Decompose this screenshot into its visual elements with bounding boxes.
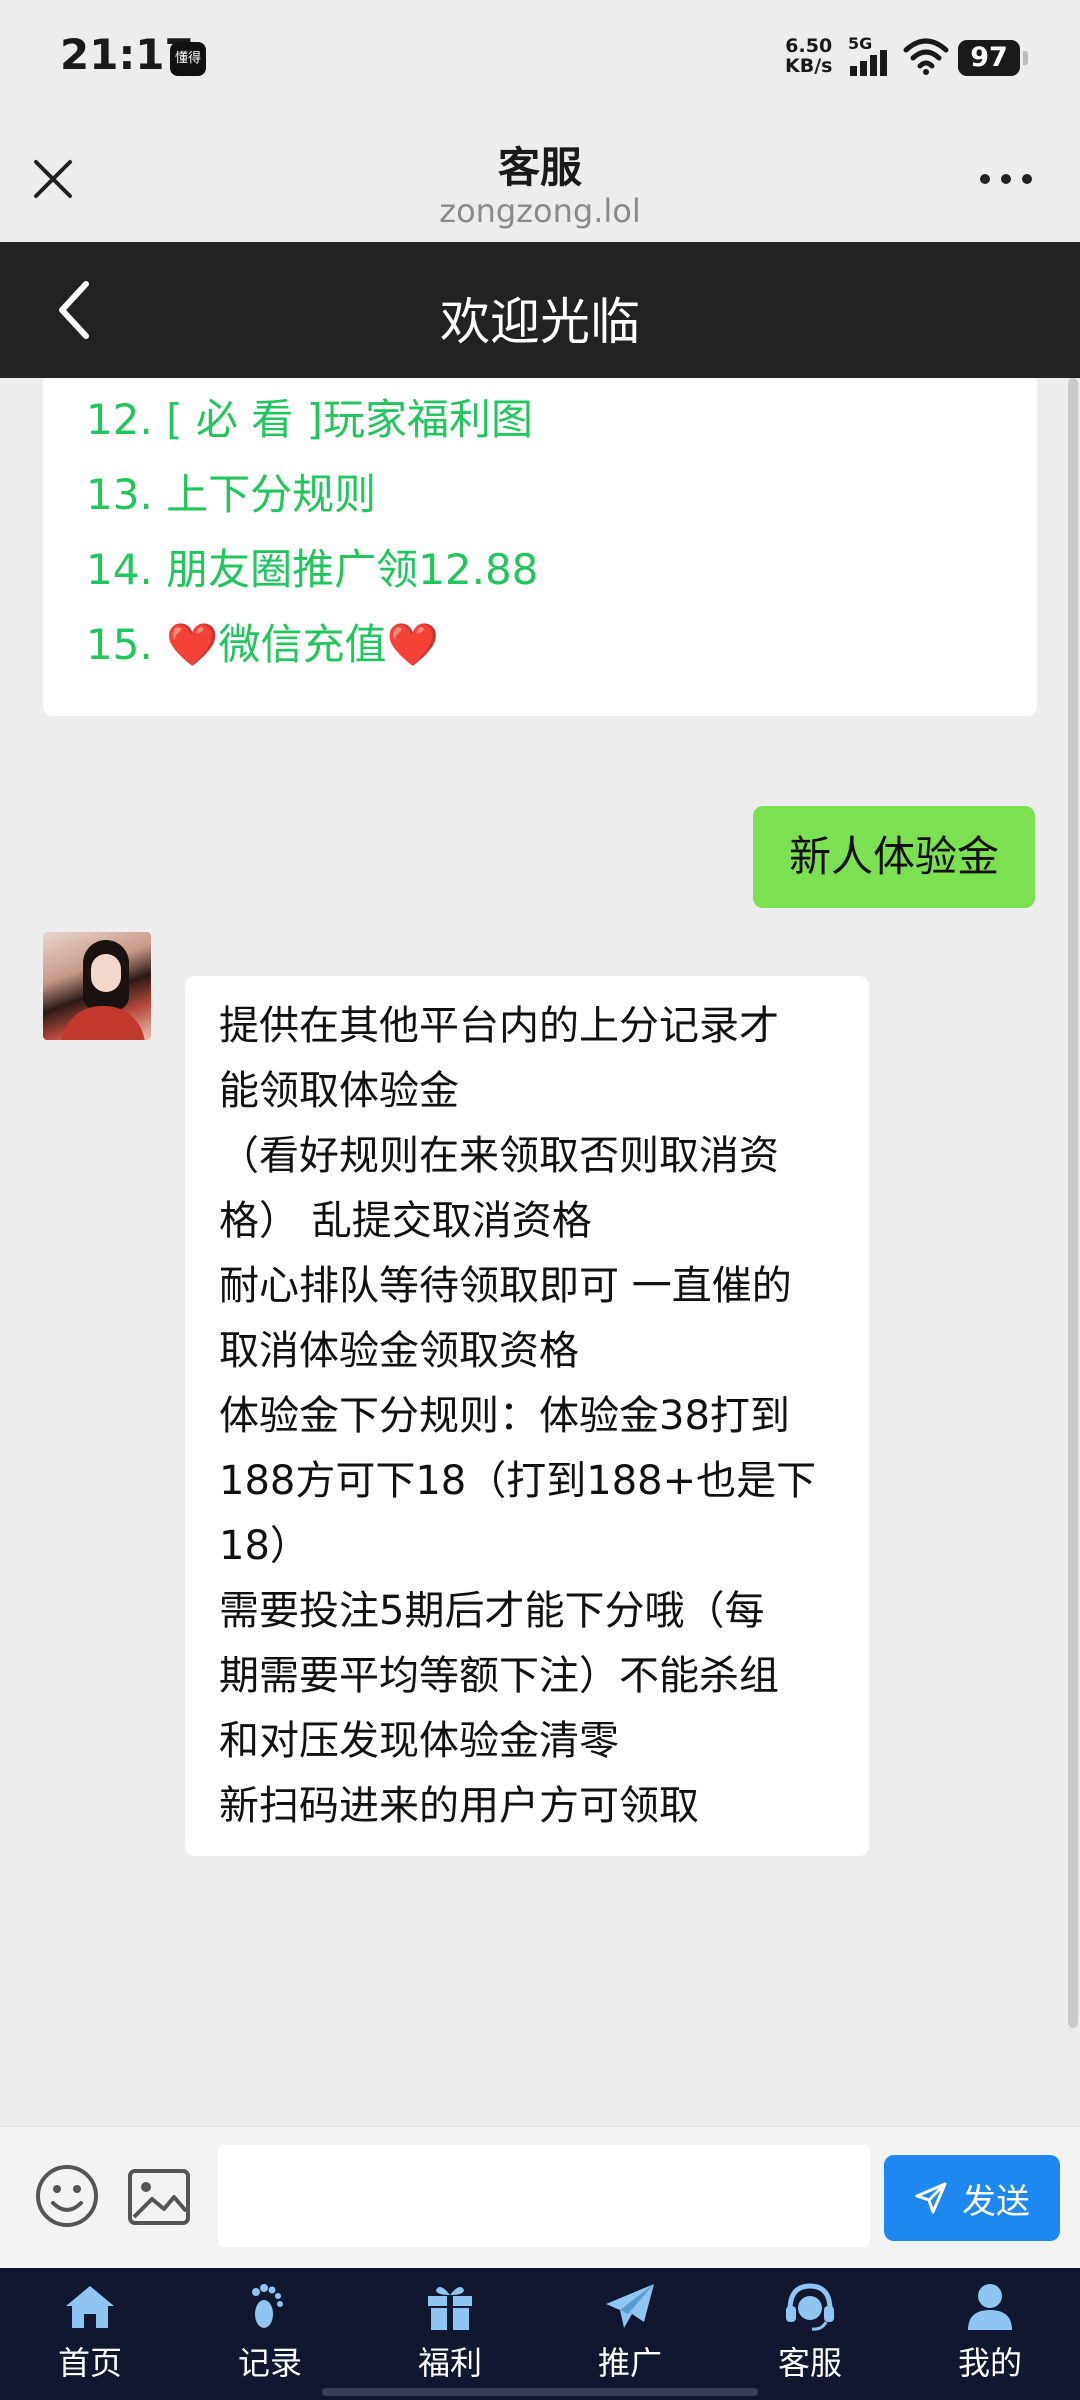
message-line: 体验金下分规则：体验金38打到 xyxy=(219,1393,790,1439)
page-title: 客服 xyxy=(497,143,582,192)
footprint-icon xyxy=(252,2284,283,2328)
heart-icon: ❤️ xyxy=(166,620,219,669)
nav-item-mine[interactable]: 我的 xyxy=(900,2282,1080,2392)
chat-title: 欢迎光临 xyxy=(440,293,640,351)
menu-item-number: 15. xyxy=(86,620,167,669)
menu-item-label: 微信充值 xyxy=(218,620,387,669)
scrollbar[interactable] xyxy=(1068,378,1078,2028)
image-icon[interactable] xyxy=(126,2167,192,2227)
send-label: 发送 xyxy=(962,2181,1030,2222)
emoji-icon[interactable] xyxy=(34,2163,100,2229)
message-line: 格） 乱提交取消资格 xyxy=(219,1198,592,1244)
send-icon xyxy=(915,2182,947,2214)
nav-label: 记录 xyxy=(237,2344,302,2382)
menu-item-welfare-map[interactable]: 12. [ 必 看 ]玩家福利图 xyxy=(86,386,533,447)
title-bar: 欢迎光临 xyxy=(0,242,1080,378)
message-line: 期需要平均等额下注）不能杀组 xyxy=(219,1653,779,1699)
input-bar: 发送 xyxy=(0,2126,1080,2268)
nav-label: 福利 xyxy=(417,2344,482,2382)
sent-message-bubble: 新人体验金 xyxy=(753,806,1035,908)
nav-item-records[interactable]: 记录 xyxy=(180,2282,360,2392)
home-icon xyxy=(66,2286,114,2328)
message-line: 和对压发现体验金清零 xyxy=(219,1718,619,1764)
message-line: 提供在其他平台内的上分记录才 xyxy=(219,1003,779,1049)
avatar[interactable] xyxy=(43,932,151,1040)
user-icon xyxy=(968,2284,1012,2330)
browser-header: 客服 zongzong.lol xyxy=(0,116,1080,242)
status-app-badge: 懂得 xyxy=(170,42,206,76)
wifi-icon xyxy=(903,38,949,75)
received-message-bubble: 提供在其他平台内的上分记录才 能领取体验金 （看好规则在来领取否则取消资 格） 乱提交… xyxy=(185,976,869,1856)
status-bar: 21:17 懂得 6.50 KB/s 5G 97 xyxy=(0,0,1080,116)
nav-label: 首页 xyxy=(57,2344,122,2382)
network-speed-unit: KB/s xyxy=(785,55,833,77)
bottom-nav: 首页 记录 福利 推广 客服 我的 xyxy=(0,2268,1080,2400)
menu-item-wechat-recharge[interactable]: 15. ❤️微信充值❤️ xyxy=(86,611,439,672)
headset-icon xyxy=(786,2283,834,2331)
home-indicator[interactable] xyxy=(322,2388,758,2396)
page-url: zongzong.lol xyxy=(439,192,641,230)
nav-item-welfare[interactable]: 福利 xyxy=(360,2282,540,2392)
message-line: （看好规则在来领取否则取消资 xyxy=(219,1133,779,1179)
network-speed-value: 6.50 xyxy=(785,35,833,57)
menu-item-rules[interactable]: 13. 上下分规则 xyxy=(86,461,376,522)
message-line: 188方可下18（打到188+也是下 xyxy=(219,1458,817,1504)
paper-plane-icon xyxy=(606,2284,654,2328)
message-line: 耐心排队等待领取即可 一直催的 xyxy=(219,1263,792,1309)
nav-label: 客服 xyxy=(777,2344,842,2382)
message-line: 18） xyxy=(219,1523,310,1569)
signal-icon xyxy=(850,50,887,76)
send-button[interactable]: 发送 xyxy=(884,2155,1060,2241)
heart-icon: ❤️ xyxy=(386,620,439,669)
nav-label: 推广 xyxy=(597,2344,662,2382)
message-line: 需要投注5期后才能下分哦（每 xyxy=(219,1588,765,1634)
message-line: 能领取体验金 xyxy=(219,1068,459,1114)
message-line: 新扫码进来的用户方可领取 xyxy=(219,1783,699,1829)
network-speed: 6.50 KB/s xyxy=(785,36,832,76)
nav-label: 我的 xyxy=(957,2344,1022,2382)
more-icon[interactable] xyxy=(978,172,1034,186)
menu-card: 12. [ 必 看 ]玩家福利图 13. 上下分规则 14. 朋友圈推广领12.… xyxy=(43,378,1037,716)
nav-item-promote[interactable]: 推广 xyxy=(540,2282,720,2392)
nav-item-home[interactable]: 首页 xyxy=(0,2282,180,2392)
battery-indicator: 97 xyxy=(958,40,1028,76)
message-line: 取消体验金领取资格 xyxy=(219,1328,579,1374)
message-input[interactable] xyxy=(218,2145,870,2247)
menu-item-moments-promo[interactable]: 14. 朋友圈推广领12.88 xyxy=(86,536,538,597)
chat-area[interactable]: 12. [ 必 看 ]玩家福利图 13. 上下分规则 14. 朋友圈推广领12.… xyxy=(0,378,1080,2126)
gift-icon xyxy=(428,2286,472,2330)
nav-item-customer-service[interactable]: 客服 xyxy=(720,2282,900,2392)
